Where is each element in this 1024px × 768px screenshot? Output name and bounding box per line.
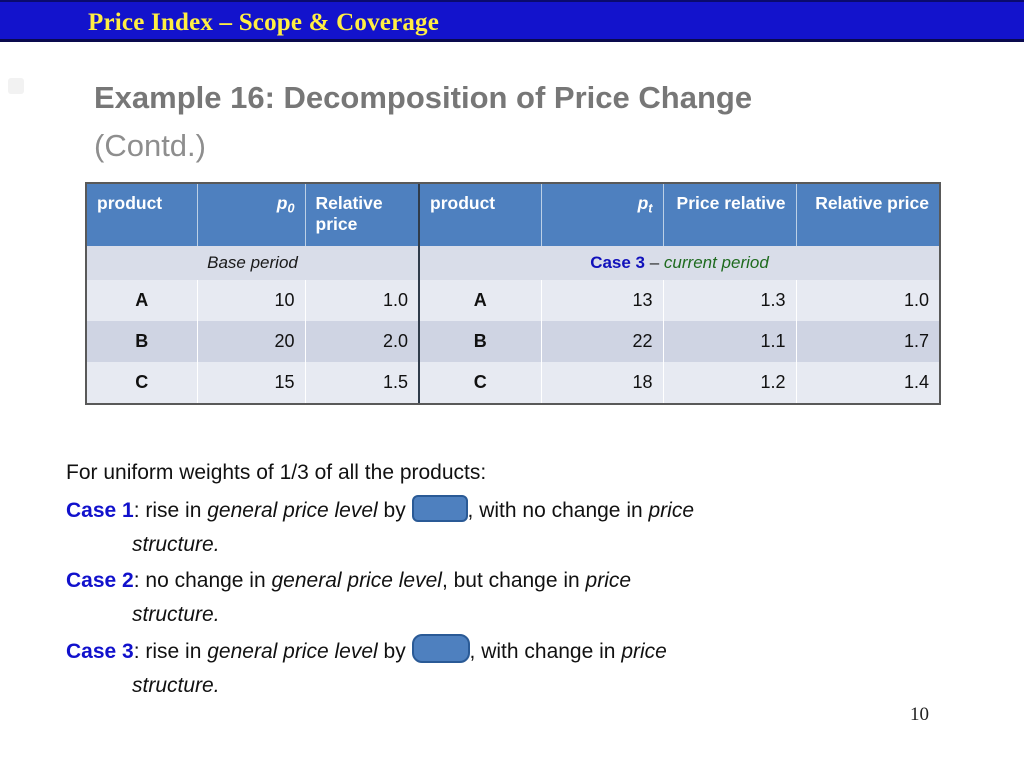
case-3-dash: –	[645, 253, 664, 272]
case-2-emphasis-2: price	[585, 569, 632, 592]
case-2-paragraph: Case 2: no change in general price level…	[66, 564, 956, 632]
cell-product-base: C	[87, 362, 198, 403]
banner-title: Price Index – Scope & Coverage	[88, 9, 440, 36]
price-decomposition-table: product p0 Relative price product pt Pri…	[85, 182, 941, 405]
table-row: B 20 2.0 B 22 1.1 1.7	[87, 321, 939, 362]
case-3-hidden-value-box[interactable]	[411, 634, 470, 663]
table-row: C 15 1.5 C 18 1.2 1.4	[87, 362, 939, 403]
case-3-emphasis-2: price	[621, 640, 667, 663]
cell-relative-price-base: 2.0	[305, 321, 420, 362]
case-1-hidden-value-box[interactable]	[411, 495, 468, 522]
header-p0: p0	[197, 184, 306, 246]
base-period-cell: Base period	[87, 246, 419, 280]
case-1-text-1: : rise in	[133, 499, 208, 522]
cell-relative-price-current: 1.0	[796, 280, 939, 321]
case-3-text-2: by	[377, 640, 412, 663]
table: product p0 Relative price product pt Pri…	[87, 184, 939, 403]
cell-relative-price-current: 1.7	[796, 321, 939, 362]
cell-p0: 15	[197, 362, 306, 403]
header-product-current: product	[418, 184, 542, 246]
cell-relative-price-current: 1.4	[796, 362, 939, 403]
intro-line: For uniform weights of 1/3 of all the pr…	[66, 461, 487, 484]
cell-product-current: C	[418, 362, 542, 403]
current-period-cell: Case 3 – current period	[418, 246, 939, 280]
case-1-label: Case 1	[66, 499, 134, 522]
base-period-label: Base period	[207, 253, 298, 272]
cell-product-base: B	[87, 321, 198, 362]
corner-artifact	[8, 78, 24, 94]
header-product-base: product	[87, 184, 198, 246]
case-1-paragraph: Case 1: rise in general price level by ,…	[66, 494, 956, 562]
page-number: 10	[910, 704, 929, 725]
case-3-label: Case 3	[590, 253, 646, 272]
body-text: For uniform weights of 1/3 of all the pr…	[66, 456, 956, 705]
page-title-main: Example 16: Decomposition of Price Chang…	[94, 80, 753, 115]
cell-relative-price-base: 1.0	[305, 280, 420, 321]
case-2-label: Case 2	[66, 569, 134, 592]
case-3-label: Case 3	[66, 640, 134, 663]
cell-product-current: A	[418, 280, 542, 321]
case-1-text-2: by	[377, 499, 412, 522]
case-1-emphasis-1: general price level	[207, 499, 378, 522]
cell-relative-price-base: 1.5	[305, 362, 420, 403]
header-pt-symbol: p	[637, 193, 649, 213]
case-3-emphasis-1: general price level	[207, 640, 378, 663]
case-3-text-3: , with change in	[469, 640, 622, 663]
case-1-emphasis-2: price	[648, 499, 695, 522]
header-relative-price-current: Relative price	[796, 184, 939, 246]
header-pt: pt	[541, 184, 664, 246]
case-2-text-2: , but change in	[441, 569, 586, 592]
case-3-emphasis-2-continuation: structure.	[132, 674, 220, 697]
case-2-emphasis-1: general price level	[271, 569, 442, 592]
header-relative-price-base: Relative price	[305, 184, 420, 246]
cell-p0: 10	[197, 280, 306, 321]
current-period-label: current period	[663, 253, 769, 272]
cell-product-base: A	[87, 280, 198, 321]
case-1-text-3: , with no change in	[467, 499, 649, 522]
page-title: Example 16: Decomposition of Price Chang…	[94, 74, 814, 170]
header-pt-subscript: t	[648, 201, 653, 216]
cell-pt: 13	[541, 280, 664, 321]
cell-price-relative: 1.3	[663, 280, 797, 321]
cell-pt: 18	[541, 362, 664, 403]
case-1-emphasis-2-continuation: structure.	[132, 533, 220, 556]
case-3-paragraph: Case 3: rise in general price level by ,…	[66, 634, 956, 703]
cell-price-relative: 1.1	[663, 321, 797, 362]
slide-header-banner: Price Index – Scope & Coverage	[0, 0, 1024, 42]
cell-price-relative: 1.2	[663, 362, 797, 403]
header-p0-subscript: 0	[287, 201, 295, 216]
case-3-text-1: : rise in	[133, 640, 208, 663]
table-row: A 10 1.0 A 13 1.3 1.0	[87, 280, 939, 321]
header-p0-symbol: p	[276, 193, 288, 213]
cell-pt: 22	[541, 321, 664, 362]
table-period-row: Base period Case 3 – current period	[87, 246, 939, 280]
table-header-row: product p0 Relative price product pt Pri…	[87, 184, 939, 246]
case-2-text-1: : no change in	[133, 569, 272, 592]
case-2-emphasis-2-continuation: structure.	[132, 603, 220, 626]
cell-product-current: B	[418, 321, 542, 362]
cell-p0: 20	[197, 321, 306, 362]
page-title-contd: (Contd.)	[94, 128, 206, 163]
header-price-relative: Price relative	[663, 184, 797, 246]
